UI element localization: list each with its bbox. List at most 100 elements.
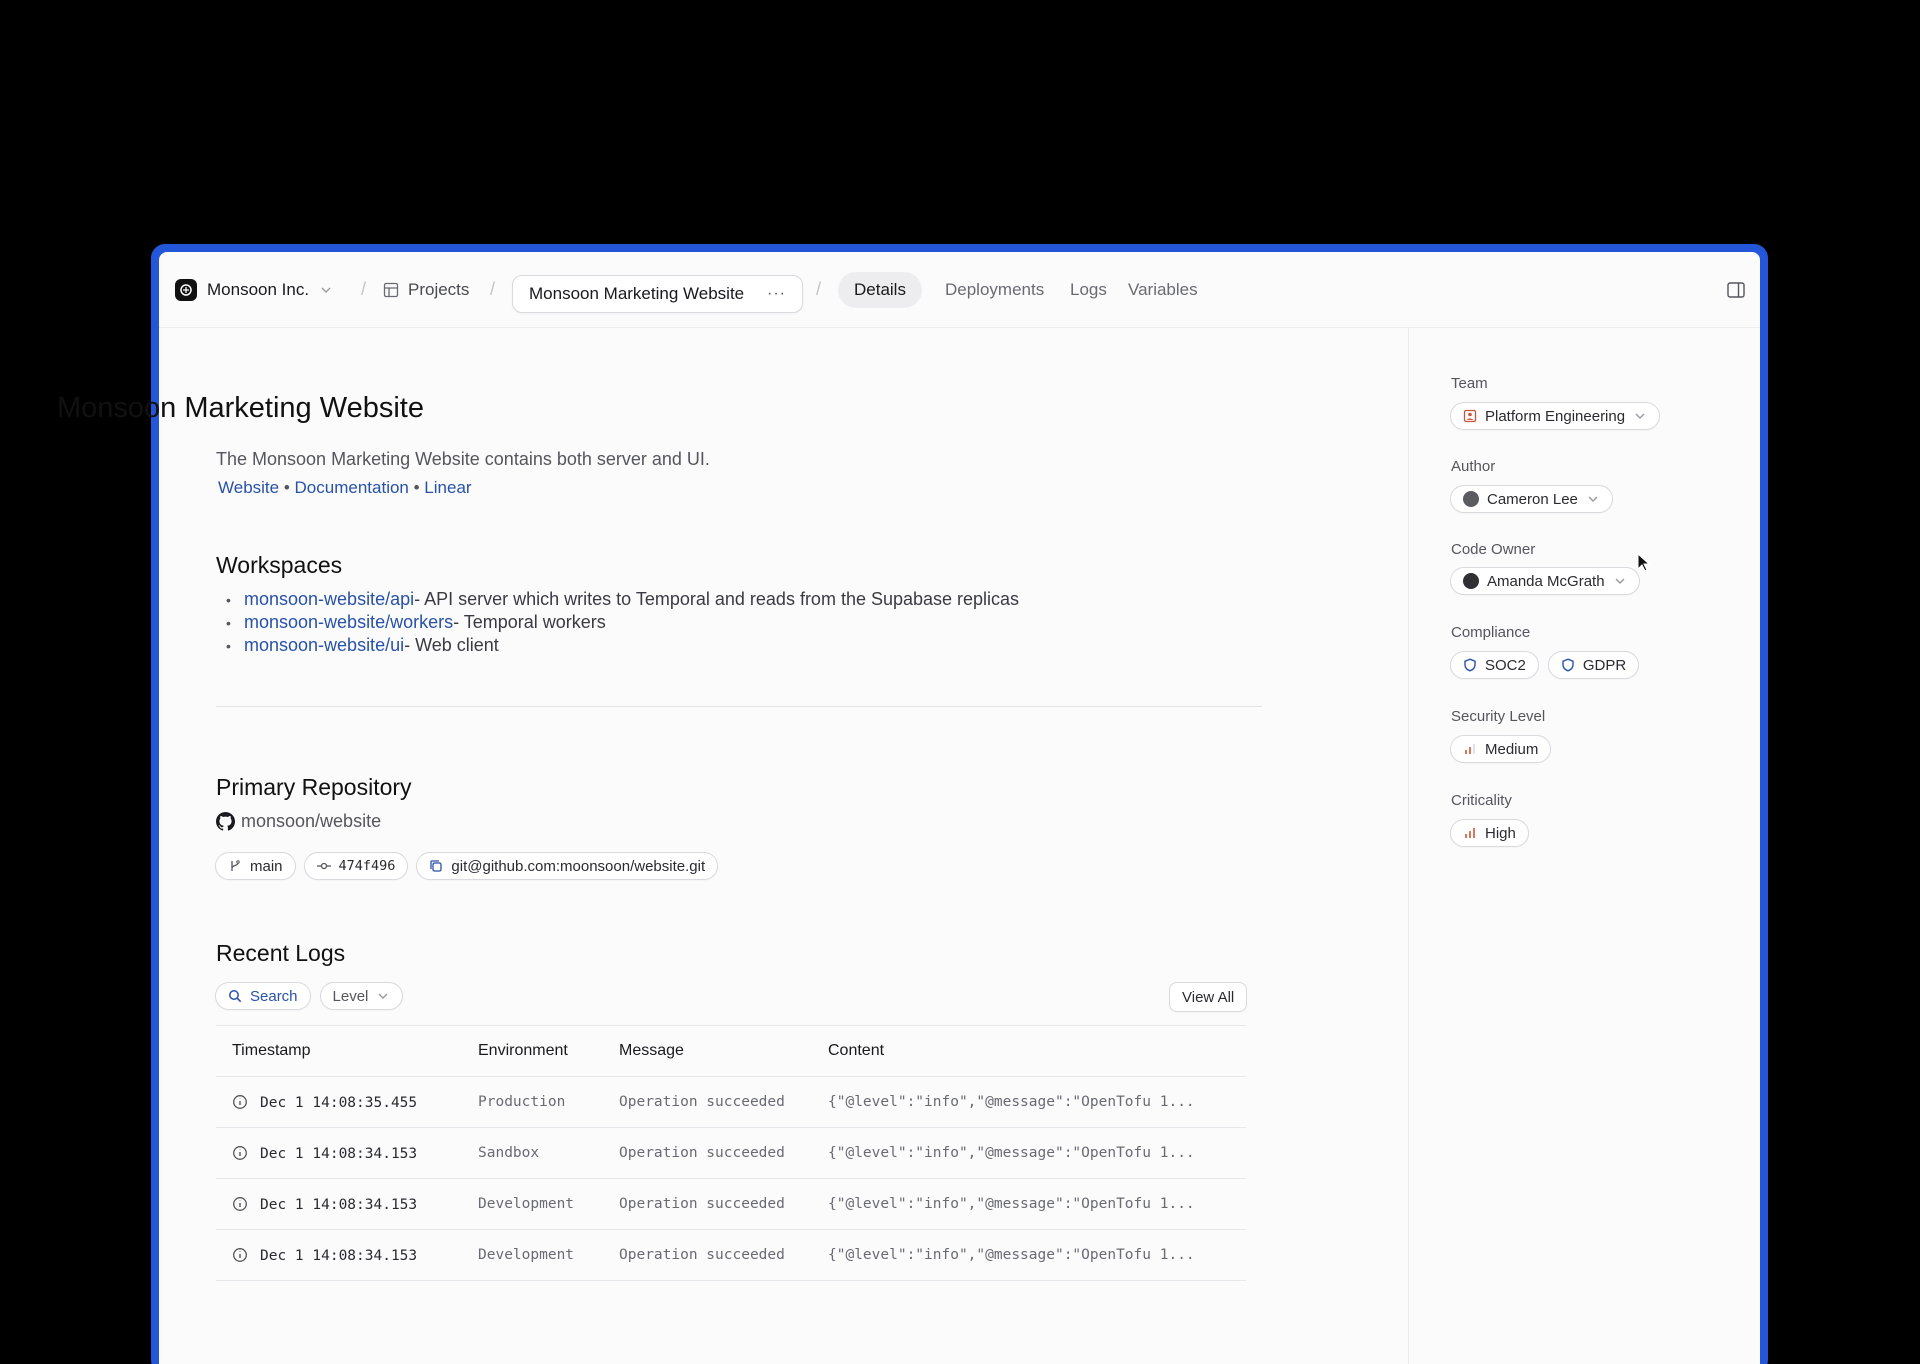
info-icon [233, 1196, 247, 1211]
workspace-link[interactable]: monsoon-website/workers [244, 612, 453, 633]
avatar [1463, 491, 1479, 507]
repository-name: monsoon/website [241, 811, 382, 831]
environment-cell: Development [478, 1229, 619, 1281]
table-header-row: Timestamp Environment Message Content [216, 1025, 1246, 1077]
chevron-down-icon [1588, 496, 1598, 502]
org-name: Monsoon Inc. [207, 280, 310, 299]
team-dropdown[interactable]: Platform Engineering [1450, 402, 1661, 430]
compliance-badge-gdpr[interactable]: GDPR [1547, 651, 1640, 679]
security-level-label: Security Level [1451, 708, 1546, 725]
page-title: Monsoon Marketing Website [57, 392, 424, 424]
logs-filters: Search Level [215, 982, 404, 1010]
code-owner-dropdown[interactable]: Amanda McGrath [1450, 567, 1640, 595]
environment-cell: Development [478, 1178, 619, 1230]
compliance-badges: SOC2 GDPR [1450, 651, 1640, 679]
environment-cell: Sandbox [478, 1127, 619, 1179]
more-options-icon[interactable]: ··· [767, 285, 786, 303]
copy-icon [430, 860, 443, 872]
list-item: • monsoon-website/ui - Web client [226, 635, 499, 656]
mouse-cursor-icon [1637, 553, 1651, 572]
info-icon [233, 1247, 247, 1262]
timestamp-cell: Dec 1 14:08:35.455 [216, 1076, 478, 1128]
chevron-down-icon [321, 287, 331, 293]
github-icon [216, 812, 235, 831]
shield-icon [1464, 658, 1476, 672]
commit-chip[interactable]: 474f496 [303, 852, 409, 880]
link-website[interactable]: Website [218, 478, 279, 497]
section-divider [216, 706, 1262, 707]
repository-name-row[interactable]: monsoon/website [216, 811, 381, 832]
chevron-down-icon [1635, 413, 1645, 419]
column-header-message[interactable]: Message [619, 1025, 828, 1077]
logs-table: Timestamp Environment Message Content De… [216, 1025, 1246, 1281]
level-filter-dropdown[interactable]: Level [319, 982, 404, 1010]
workspace-link[interactable]: monsoon-website/api [244, 589, 414, 610]
code-owner-label: Code Owner [1451, 541, 1536, 558]
timestamp-cell: Dec 1 14:08:34.153 [216, 1127, 478, 1179]
column-header-environment[interactable]: Environment [478, 1025, 619, 1077]
org-logo-icon [175, 279, 197, 301]
sidebar-toggle-icon[interactable] [1726, 280, 1746, 300]
column-header-content[interactable]: Content [828, 1025, 1246, 1077]
breadcrumb-projects-label: Projects [408, 280, 470, 299]
workspaces-heading: Workspaces [216, 552, 343, 578]
team-label: Team [1451, 375, 1488, 392]
project-description: The Monsoon Marketing Website contains b… [216, 449, 710, 469]
criticality-label: Criticality [1451, 792, 1512, 809]
branch-icon [231, 860, 240, 871]
logs-heading: Recent Logs [216, 940, 346, 966]
projects-icon [383, 282, 399, 298]
criticality-badge[interactable]: High [1450, 819, 1529, 847]
content-cell: {"@level":"info","@message":"OpenTofu 1.… [828, 1076, 1246, 1128]
info-icon [233, 1145, 247, 1160]
top-nav-bar: Monsoon Inc. / Projects / Monsoon Market… [159, 252, 1760, 328]
author-label: Author [1451, 458, 1496, 475]
compliance-label: Compliance [1451, 624, 1531, 641]
org-switcher[interactable]: Monsoon Inc. [175, 252, 333, 328]
shield-icon [1562, 658, 1574, 672]
list-item: • monsoon-website/workers - Temporal work… [226, 612, 606, 633]
signal-high-icon [1465, 828, 1475, 838]
branch-chip[interactable]: main [215, 852, 296, 880]
workspaces-list: • monsoon-website/api - API server which … [216, 588, 1019, 657]
tab-deployments[interactable]: Deployments [945, 252, 1044, 328]
breadcrumb-project[interactable]: Monsoon Marketing Website ··· [512, 275, 803, 313]
chevron-down-icon [1615, 578, 1625, 584]
link-linear[interactable]: Linear [424, 478, 471, 497]
author-dropdown[interactable]: Cameron Lee [1450, 485, 1613, 513]
workspace-link[interactable]: monsoon-website/ui [244, 635, 404, 656]
link-documentation[interactable]: Documentation [295, 478, 409, 497]
content-cell: {"@level":"info","@message":"OpenTofu 1.… [828, 1178, 1246, 1230]
breadcrumb-projects[interactable]: Projects [383, 252, 469, 328]
column-header-timestamp[interactable]: Timestamp [216, 1025, 478, 1077]
table-row[interactable]: Dec 1 14:08:35.455 Production Operation … [216, 1076, 1246, 1128]
compliance-badge-soc2[interactable]: SOC2 [1450, 651, 1539, 679]
info-icon [233, 1094, 247, 1109]
environment-cell: Production [478, 1076, 619, 1128]
message-cell: Operation succeeded [619, 1229, 828, 1281]
table-row[interactable]: Dec 1 14:08:34.153 Development Operation… [216, 1229, 1246, 1281]
commit-icon [316, 862, 331, 870]
link-separator: • [413, 478, 420, 497]
table-row[interactable]: Dec 1 14:08:34.153 Sandbox Operation suc… [216, 1127, 1246, 1179]
timestamp-cell: Dec 1 14:08:34.153 [216, 1229, 478, 1281]
tab-logs[interactable]: Logs [1070, 252, 1107, 328]
view-all-button[interactable]: View All [1169, 982, 1248, 1012]
remote-url-chip[interactable]: git@github.com:moonsoon/website.git [416, 852, 719, 880]
chevron-down-icon [378, 993, 388, 999]
tab-variables[interactable]: Variables [1128, 252, 1198, 328]
repository-chips: main 474f496 git@github.com:moonsoon/web… [215, 852, 719, 880]
signal-medium-icon [1465, 744, 1475, 754]
list-item: • monsoon-website/api - API server which … [226, 589, 1020, 610]
search-button[interactable]: Search [215, 982, 311, 1010]
message-cell: Operation succeeded [619, 1178, 828, 1230]
project-links: Website • Documentation • Linear [218, 478, 472, 498]
message-cell: Operation succeeded [619, 1076, 828, 1128]
security-level-badge[interactable]: Medium [1450, 735, 1552, 763]
breadcrumb-separator: / [361, 279, 367, 299]
table-row[interactable]: Dec 1 14:08:34.153 Development Operation… [216, 1178, 1246, 1230]
tab-details[interactable]: Details [838, 252, 922, 328]
content-cell: {"@level":"info","@message":"OpenTofu 1.… [828, 1127, 1246, 1179]
breadcrumb-separator: / [816, 279, 822, 299]
link-separator: • [283, 478, 290, 497]
